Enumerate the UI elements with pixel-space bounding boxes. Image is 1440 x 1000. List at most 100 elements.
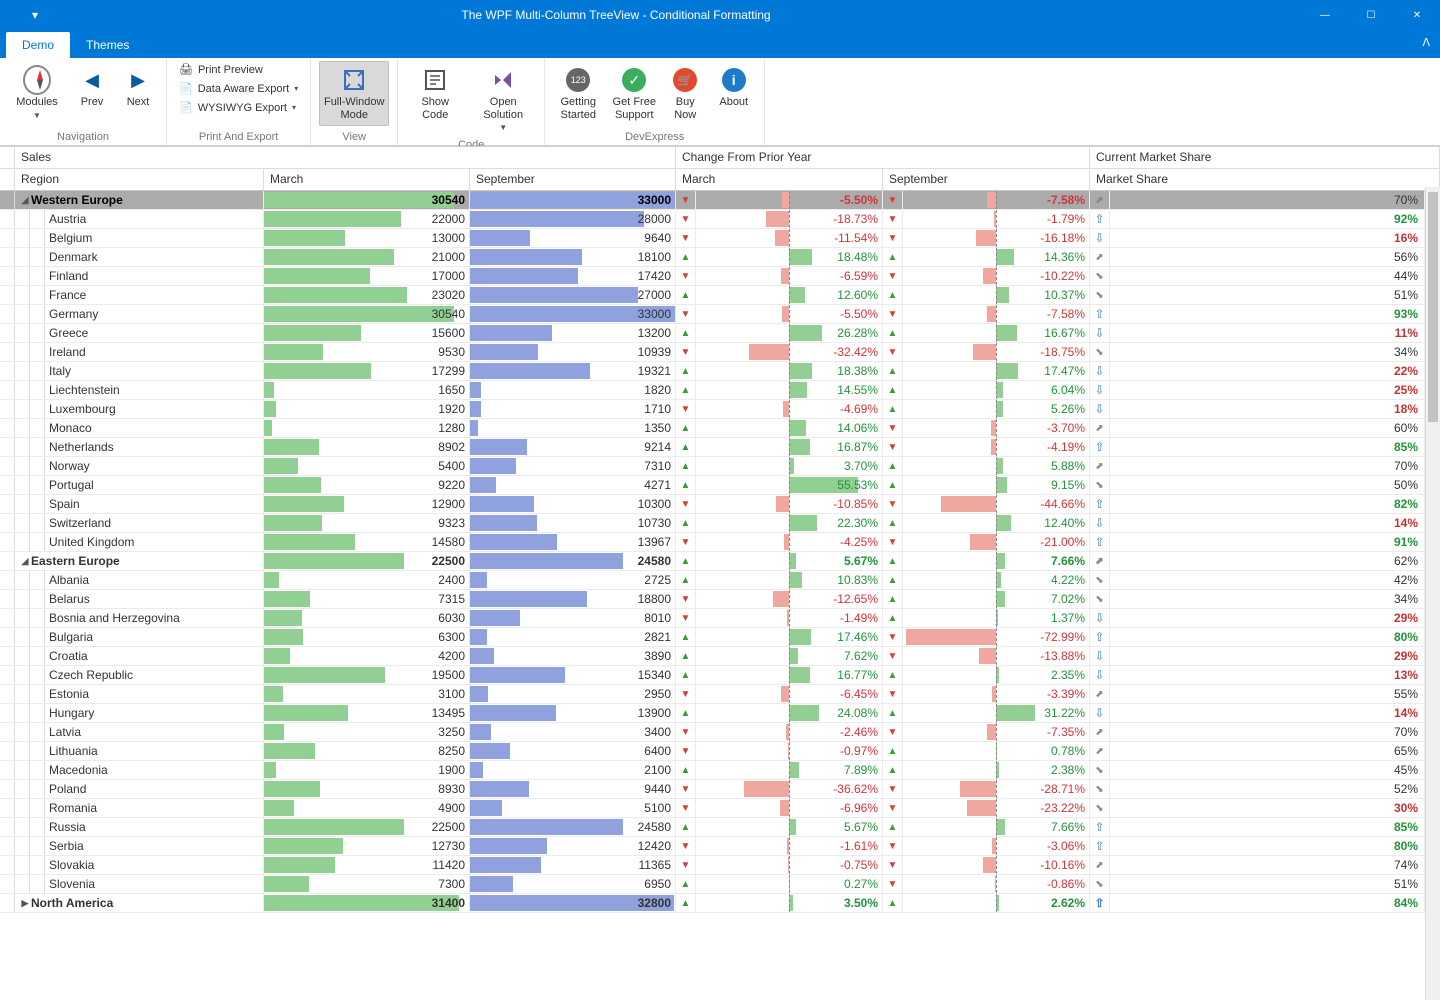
print-preview-button[interactable]: 🖨Print Preview	[175, 61, 302, 78]
table-row[interactable]: Serbia1273012420▼-1.61%▼-3.06%⇧80%	[0, 837, 1425, 856]
table-row[interactable]: Slovenia73006950▲0.27%▼-0.86%⬊51%	[0, 875, 1425, 894]
table-row[interactable]: France2302027000▲12.60%▲10.37%⬊51%	[0, 286, 1425, 305]
cell-market-share: 18%	[1110, 400, 1425, 418]
table-row[interactable]: Monaco12801350▲14.06%▼-3.70%⬈60%	[0, 419, 1425, 438]
table-row[interactable]: Lithuania82506400▼-0.97%▲0.78%⬈65%	[0, 742, 1425, 761]
trend-march-icon: ▼	[676, 723, 696, 741]
row-indicator-header	[0, 147, 15, 168]
indent	[30, 780, 45, 798]
cell-region: Belgium	[45, 229, 264, 247]
full-window-mode-button[interactable]: Full-Window Mode	[319, 61, 389, 126]
chevron-down-icon: ▼	[33, 111, 41, 120]
table-row[interactable]: Romania49005100▼-6.96%▼-23.22%⬊30%	[0, 799, 1425, 818]
about-button[interactable]: i About	[711, 61, 756, 114]
tab-themes[interactable]: Themes	[70, 32, 145, 58]
vertical-scrollbar[interactable]	[1425, 187, 1440, 1000]
next-button[interactable]: ▶ Next	[118, 61, 158, 114]
share-trend-icon: ⇩	[1090, 647, 1110, 665]
col-region[interactable]: Region	[15, 169, 264, 190]
expand-collapse-icon[interactable]: ▶	[19, 898, 31, 909]
prev-button[interactable]: ◀ Prev	[72, 61, 112, 114]
table-row[interactable]: Belarus731518800▼-12.65%▲7.02%⬊34%	[0, 590, 1425, 609]
buy-now-button[interactable]: 🛒 Buy Now	[665, 61, 705, 126]
col-market-share[interactable]: Market Share	[1090, 169, 1440, 190]
table-row[interactable]: Italy1729919321▲18.38%▲17.47%⇩22%	[0, 362, 1425, 381]
tab-demo[interactable]: Demo	[6, 32, 70, 58]
table-row[interactable]: United Kingdom1458013967▼-4.25%▼-21.00%⇧…	[0, 533, 1425, 552]
cell-change-march: 16.87%	[696, 438, 883, 456]
table-row[interactable]: Estonia31002950▼-6.45%▼-3.39%⬈55%	[0, 685, 1425, 704]
share-trend-icon: ⬈	[1090, 419, 1110, 437]
cell-sales-march: 9220	[264, 476, 470, 494]
open-solution-button[interactable]: Open Solution ▼	[470, 61, 536, 137]
cell-sales-march: 21000	[264, 248, 470, 266]
trend-march-icon: ▼	[676, 229, 696, 247]
cell-sales-march: 22000	[264, 210, 470, 228]
cell-region: Switzerland	[45, 514, 264, 532]
table-row[interactable]: Bulgaria63002821▲17.46%▼-72.99%⇧80%	[0, 628, 1425, 647]
col-september[interactable]: September	[470, 169, 676, 190]
show-code-button[interactable]: Show Code	[406, 61, 464, 126]
col-change-march[interactable]: March	[676, 169, 883, 190]
minimize-button[interactable]: —	[1302, 0, 1348, 30]
table-row[interactable]: Liechtenstein16501820▲14.55%▲6.04%⇩25%	[0, 381, 1425, 400]
expand-collapse-icon[interactable]: ◢	[19, 195, 31, 206]
table-row[interactable]: Denmark2100018100▲18.48%▲14.36%⬈56%	[0, 248, 1425, 267]
table-row[interactable]: Poland89309440▼-36.62%▼-28.71%⬊52%	[0, 780, 1425, 799]
band-change[interactable]: Change From Prior Year	[676, 147, 1090, 168]
table-row[interactable]: Finland1700017420▼-6.59%▼-10.22%⬊44%	[0, 267, 1425, 286]
table-row[interactable]: Macedonia19002100▲7.89%▲2.38%⬊45%	[0, 761, 1425, 780]
app-menu-icon[interactable]: ▾	[0, 0, 70, 30]
cell-change-march: -1.49%	[696, 609, 883, 627]
free-support-button[interactable]: ✓ Get Free Support	[609, 61, 659, 126]
table-row[interactable]: ◢ Western Europe3054033000▼-5.50%▼-7.58%…	[0, 191, 1425, 210]
table-row[interactable]: Latvia32503400▼-2.46%▼-7.35%⬈70%	[0, 723, 1425, 742]
table-row[interactable]: ▶ North America3140032800▲3.50%▲2.62%⇧84…	[0, 894, 1425, 913]
maximize-button[interactable]: ☐	[1348, 0, 1394, 30]
table-row[interactable]: Ireland953010939▼-32.42%▼-18.75%⬊34%	[0, 343, 1425, 362]
table-row[interactable]: Norway54007310▲3.70%▲5.88%⬈70%	[0, 457, 1425, 476]
trend-march-icon: ▼	[676, 267, 696, 285]
table-row[interactable]: Greece1560013200▲26.28%▲16.67%⇩11%	[0, 324, 1425, 343]
table-row[interactable]: Austria2200028000▼-18.73%▼-1.79%⇧92%	[0, 210, 1425, 229]
table-row[interactable]: Hungary1349513900▲24.08%▲31.22%⇩14%	[0, 704, 1425, 723]
table-row[interactable]: Netherlands89029214▲16.87%▼-4.19%⇧85%	[0, 438, 1425, 457]
col-march[interactable]: March	[264, 169, 470, 190]
cell-region: Czech Republic	[45, 666, 264, 684]
close-button[interactable]: ✕	[1394, 0, 1440, 30]
table-row[interactable]: Slovakia1142011365▼-0.75%▼-10.16%⬈74%	[0, 856, 1425, 875]
table-row[interactable]: Germany3054033000▼-5.50%▼-7.58%⇧93%	[0, 305, 1425, 324]
cell-sales-march: 13000	[264, 229, 470, 247]
table-row[interactable]: Russia2250024580▲5.67%▲7.66%⇧85%	[0, 818, 1425, 837]
table-row[interactable]: Czech Republic1950015340▲16.77%▲2.35%⇩13…	[0, 666, 1425, 685]
cell-change-september: 2.35%	[903, 666, 1090, 684]
cell-sales-september: 10730	[470, 514, 676, 532]
getting-started-button[interactable]: 123 Getting Started	[553, 61, 603, 126]
trend-march-icon: ▲	[676, 286, 696, 304]
wysiwyg-export-button[interactable]: 📄WYSIWYG Export▾	[175, 99, 302, 116]
trend-september-icon: ▲	[883, 894, 903, 912]
modules-button[interactable]: Modules ▼	[8, 61, 66, 125]
table-row[interactable]: Portugal92204271▲55.53%▲9.15%⬊50%	[0, 476, 1425, 495]
table-row[interactable]: Albania24002725▲10.83%▲4.22%⬊42%	[0, 571, 1425, 590]
indent	[30, 457, 45, 475]
table-row[interactable]: ◢ Eastern Europe2250024580▲5.67%▲7.66%⬈6…	[0, 552, 1425, 571]
cell-change-september: 5.88%	[903, 457, 1090, 475]
trend-september-icon: ▲	[883, 324, 903, 342]
table-row[interactable]: Spain1290010300▼-10.85%▼-44.66%⇧82%	[0, 495, 1425, 514]
table-row[interactable]: Luxembourg19201710▼-4.69%▲5.26%⇩18%	[0, 400, 1425, 419]
cell-sales-march: 4900	[264, 799, 470, 817]
table-row[interactable]: Croatia42003890▲7.62%▼-13.88%⇩29%	[0, 647, 1425, 666]
expand-collapse-icon[interactable]: ◢	[19, 556, 31, 567]
table-row[interactable]: Bosnia and Herzegovina60308010▼-1.49%▲1.…	[0, 609, 1425, 628]
band-share[interactable]: Current Market Share	[1090, 147, 1440, 168]
table-row[interactable]: Belgium130009640▼-11.54%▼-16.18%⇩16%	[0, 229, 1425, 248]
data-aware-export-button[interactable]: 📄Data Aware Export▾	[175, 80, 302, 97]
scrollbar-thumb[interactable]	[1428, 192, 1438, 422]
region-name: Macedonia	[49, 763, 108, 777]
table-row[interactable]: Switzerland932310730▲22.30%▲12.40%⇩14%	[0, 514, 1425, 533]
band-sales[interactable]: Sales	[15, 147, 676, 168]
col-change-september[interactable]: September	[883, 169, 1090, 190]
collapse-ribbon-icon[interactable]: ᐱ	[1422, 36, 1430, 49]
row-indicator	[0, 571, 15, 589]
